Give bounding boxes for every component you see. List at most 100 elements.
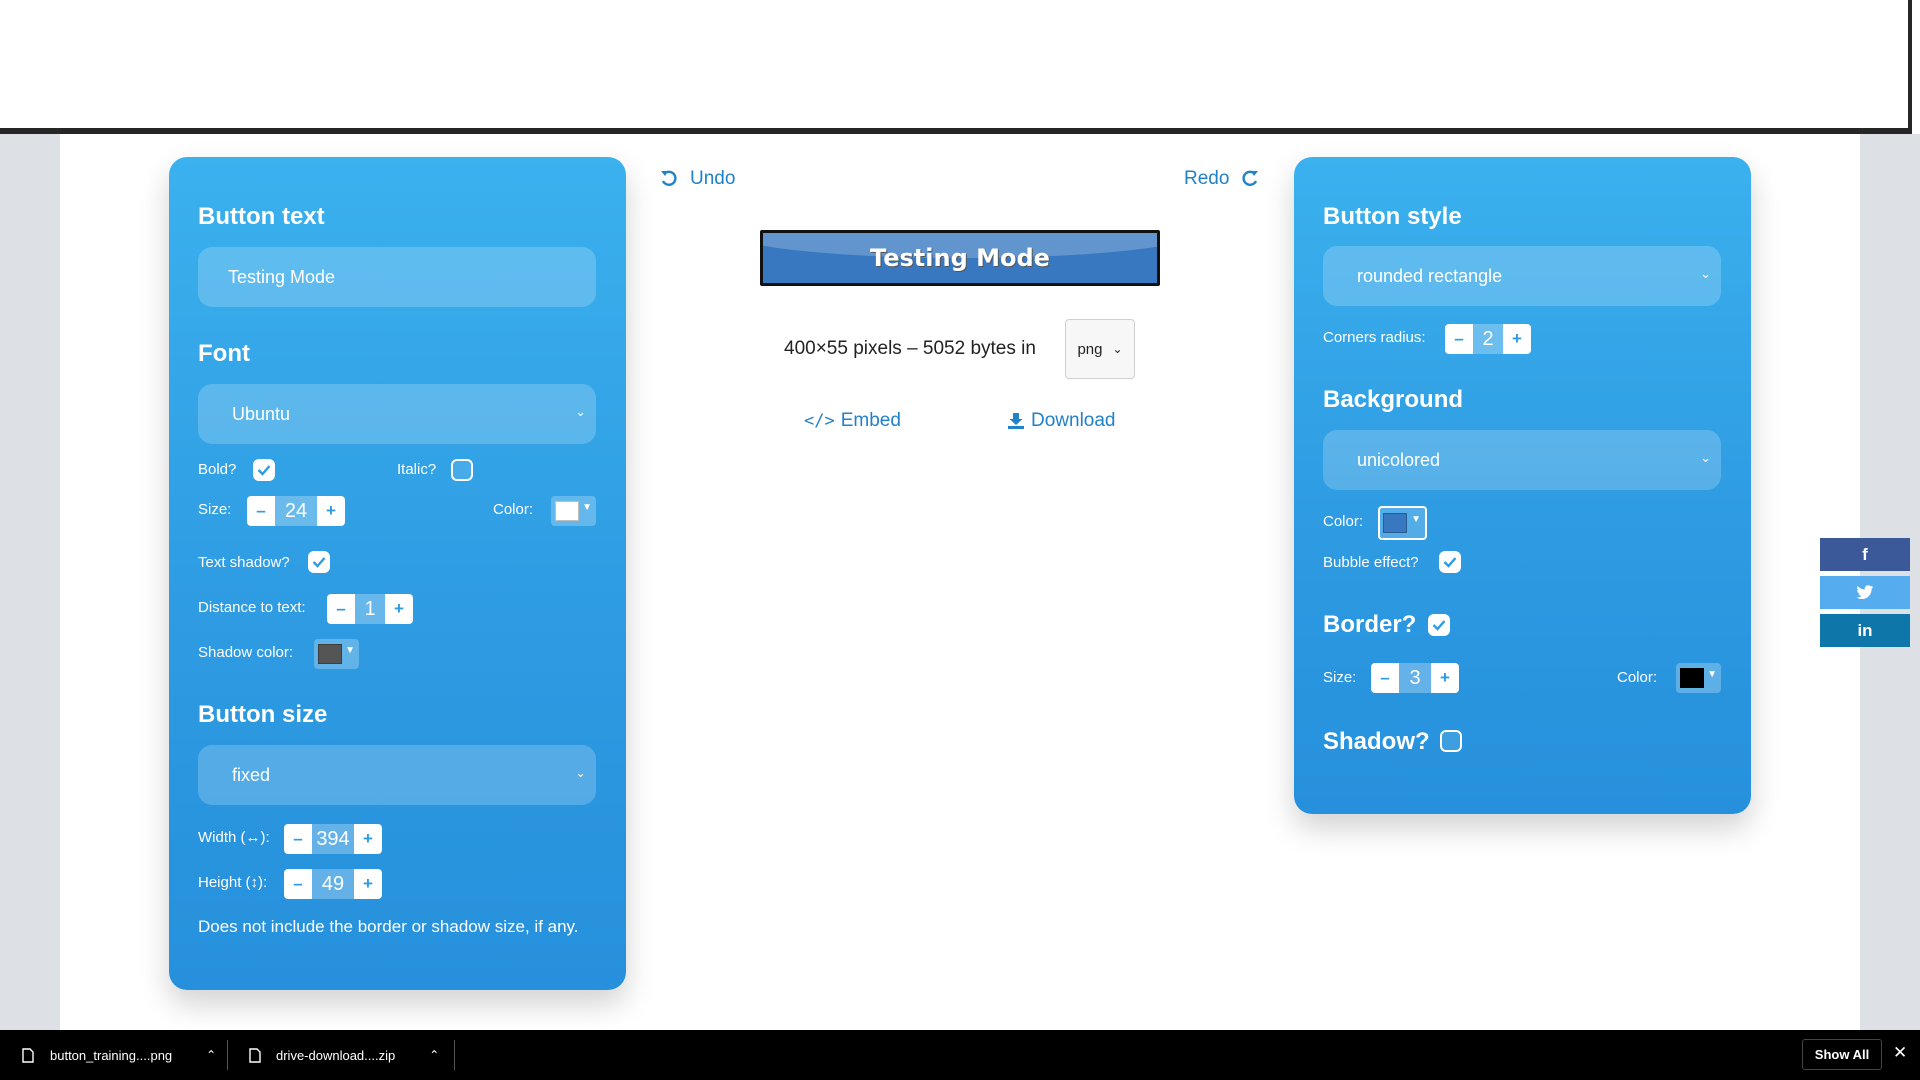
bubble-effect-checkbox[interactable] <box>1439 551 1461 573</box>
linkedin-icon: in <box>1857 620 1873 640</box>
close-icon[interactable]: ✕ <box>1893 1043 1907 1063</box>
button-text-input[interactable]: Testing Mode <box>198 247 596 307</box>
distance-increase-button[interactable]: + <box>385 594 413 624</box>
chevron-up-icon[interactable]: ⌃ <box>206 1048 216 1062</box>
caret-down-icon: ▼ <box>582 502 592 513</box>
twitter-share-button[interactable] <box>1820 576 1910 609</box>
window-edge <box>1908 0 1912 134</box>
text-shadow-label: Text shadow? <box>198 554 290 571</box>
corners-radius-stepper: – 2 + <box>1445 324 1531 354</box>
width-decrease-button[interactable]: – <box>284 824 312 854</box>
chevron-down-icon: ⌄ <box>1700 266 1711 281</box>
width-value[interactable]: 394 <box>312 824 354 854</box>
text-shadow-checkbox[interactable] <box>308 551 330 573</box>
check-icon <box>257 465 271 476</box>
bubble-effect-label: Bubble effect? <box>1323 554 1419 571</box>
border-size-increase-button[interactable]: + <box>1431 663 1459 693</box>
border-size-value[interactable]: 3 <box>1399 663 1431 693</box>
border-size-decrease-button[interactable]: – <box>1371 663 1399 693</box>
download-item-1[interactable]: button_training....png ⌃ <box>22 1030 216 1080</box>
border-color-picker[interactable]: ▼ <box>1676 663 1721 693</box>
border-size-stepper: – 3 + <box>1371 663 1459 693</box>
italic-label: Italic? <box>397 461 437 478</box>
corners-decrease-button[interactable]: – <box>1445 324 1473 354</box>
shadow-color-swatch <box>318 644 342 664</box>
button-size-heading: Button size <box>198 701 328 728</box>
button-text-value: Testing Mode <box>228 266 336 287</box>
chevron-up-icon[interactable]: ⌃ <box>429 1048 439 1062</box>
shadow-color-label: Shadow color: <box>198 644 294 661</box>
height-value[interactable]: 49 <box>312 869 354 899</box>
undo-icon <box>661 170 677 186</box>
linkedin-share-button[interactable]: in <box>1820 614 1910 647</box>
format-value: png <box>1077 340 1103 358</box>
distance-value[interactable]: 1 <box>355 594 385 624</box>
border-checkbox[interactable] <box>1428 614 1450 636</box>
caret-down-icon: ▼ <box>1707 669 1717 680</box>
bold-label: Bold? <box>198 461 237 478</box>
distance-decrease-button[interactable]: – <box>327 594 355 624</box>
italic-checkbox[interactable] <box>451 459 473 481</box>
font-size-label: Size: <box>198 501 232 518</box>
twitter-icon <box>1856 585 1874 600</box>
chevron-down-icon: ⌄ <box>575 765 586 780</box>
button-preview: Testing Mode <box>760 230 1160 286</box>
font-size-increase-button[interactable]: + <box>317 496 345 526</box>
button-size-select[interactable]: fixed ⌄ <box>198 745 596 805</box>
redo-icon <box>1242 170 1259 186</box>
background-color-picker[interactable]: ▼ <box>1378 506 1427 540</box>
check-icon <box>1443 557 1457 568</box>
download-item-1-name: button_training....png <box>50 1047 173 1063</box>
shadow-color-picker[interactable]: ▼ <box>314 639 359 669</box>
shadow-heading: Shadow? <box>1323 728 1430 755</box>
width-label: Width (↔): <box>198 829 270 846</box>
height-increase-button[interactable]: + <box>354 869 382 899</box>
undo-label: Undo <box>690 168 736 189</box>
caret-down-icon: ▼ <box>1411 514 1421 525</box>
file-icon <box>249 1047 261 1063</box>
corners-radius-value[interactable]: 2 <box>1473 324 1503 354</box>
chevron-down-icon: ⌄ <box>1112 342 1123 356</box>
font-color-swatch <box>555 501 579 521</box>
size-note: Does not include the border or shadow si… <box>198 917 579 936</box>
facebook-share-button[interactable]: f <box>1820 538 1910 571</box>
download-separator <box>454 1040 455 1070</box>
background-heading: Background <box>1323 386 1464 413</box>
border-color-label: Color: <box>1617 669 1658 686</box>
height-decrease-button[interactable]: – <box>284 869 312 899</box>
text-settings-panel: Button text Testing Mode Font Ubuntu ⌄ B… <box>169 157 626 990</box>
undo-button[interactable]: Undo <box>660 168 735 190</box>
caret-down-icon: ▼ <box>345 645 355 656</box>
download-separator <box>227 1040 228 1070</box>
style-settings-panel: Button style rounded rectangle ⌄ Corners… <box>1294 157 1751 814</box>
font-select[interactable]: Ubuntu ⌄ <box>198 384 596 444</box>
border-color-swatch <box>1680 668 1704 688</box>
image-info: 400×55 pixels – 5052 bytes in <box>784 338 1036 359</box>
font-select-value: Ubuntu <box>232 403 291 424</box>
check-icon <box>312 557 326 568</box>
font-color-picker[interactable]: ▼ <box>551 496 596 526</box>
shadow-checkbox[interactable] <box>1440 730 1462 752</box>
file-icon <box>22 1047 34 1063</box>
border-heading: Border? <box>1323 611 1417 638</box>
show-all-button[interactable]: Show All <box>1802 1039 1882 1070</box>
chevron-down-icon: ⌄ <box>575 404 586 419</box>
background-value: unicolored <box>1357 449 1441 470</box>
chevron-down-icon: ⌄ <box>1700 450 1711 465</box>
background-select[interactable]: unicolored ⌄ <box>1323 430 1721 490</box>
font-size-stepper: – 24 + <box>247 496 345 526</box>
download-link[interactable]: Download <box>1007 410 1116 432</box>
code-icon: </> <box>804 411 835 431</box>
bold-checkbox[interactable] <box>253 459 275 481</box>
embed-link[interactable]: </> Embed <box>804 410 901 432</box>
corners-increase-button[interactable]: + <box>1503 324 1531 354</box>
format-select[interactable]: png ⌄ <box>1065 319 1135 379</box>
font-size-value[interactable]: 24 <box>275 496 317 526</box>
button-style-heading: Button style <box>1323 203 1462 230</box>
redo-button[interactable]: Redo <box>1184 168 1259 190</box>
width-increase-button[interactable]: + <box>354 824 382 854</box>
width-stepper: – 394 + <box>284 824 382 854</box>
button-style-select[interactable]: rounded rectangle ⌄ <box>1323 246 1721 306</box>
download-item-2[interactable]: drive-download....zip ⌃ <box>249 1030 439 1080</box>
font-size-decrease-button[interactable]: – <box>247 496 275 526</box>
